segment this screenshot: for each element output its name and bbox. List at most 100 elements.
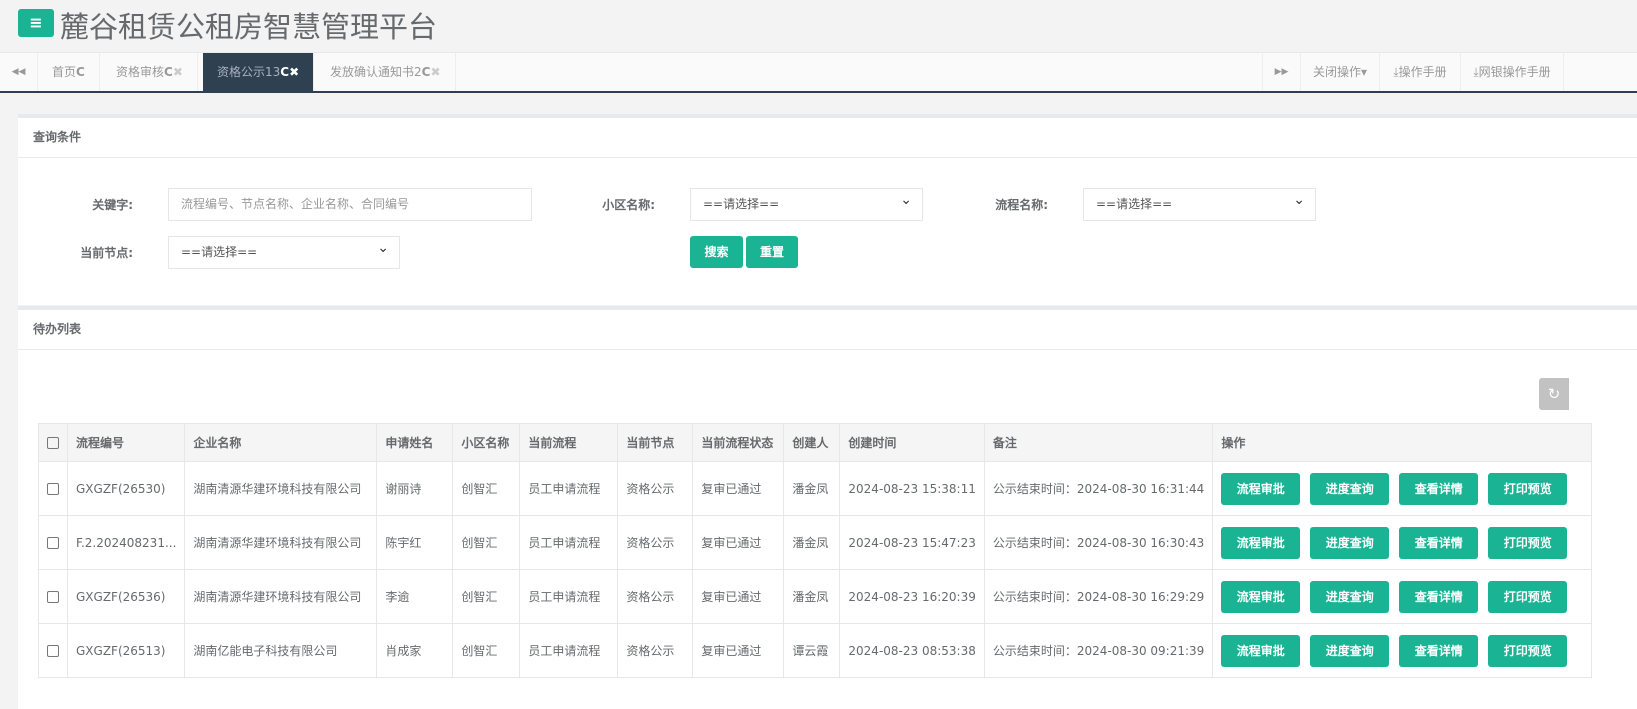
print-preview-button[interactable]: 打印预览 <box>1488 580 1568 613</box>
table-cell: 资格公示 <box>617 623 694 678</box>
table-cell: 复审已通过 <box>692 623 785 678</box>
table-header-row: 流程编号 企业名称 申请姓名 小区名称 当前流程 当前节点 当前流程状态 创建人 创建时间 备注操… <box>38 423 1593 462</box>
close-icon[interactable]: ✖ <box>289 65 299 79</box>
table-cell: 肖成家 <box>376 623 454 678</box>
app-title: 麓谷租赁公租房智慧管理平台 <box>60 10 438 44</box>
table-cell: 员工申请流程 <box>519 515 619 570</box>
table-cell: 陈宇红 <box>376 515 454 570</box>
approve-button[interactable]: 流程审批 <box>1221 472 1301 505</box>
progress-button[interactable]: 进度查询 <box>1310 580 1390 613</box>
column-header: 流程编号 <box>66 423 186 462</box>
table-cell: 创智汇 <box>452 623 521 678</box>
print-preview-button[interactable]: 打印预览 <box>1488 634 1568 667</box>
table-cell: 2024-08-23 08:53:38 <box>839 623 985 678</box>
table-cell: 潘金凤 <box>783 461 841 516</box>
table-cell: 潘金凤 <box>783 515 841 570</box>
table-cell: 湖南清源华建环境科技有限公司 <box>184 461 378 516</box>
tab-issue-confirmation[interactable]: 发放确认通知书2C✖ <box>316 53 456 91</box>
refresh-icon[interactable]: C <box>280 65 289 79</box>
details-button[interactable]: 查看详情 <box>1399 634 1479 667</box>
refresh-button[interactable]: ↻ <box>1539 378 1569 410</box>
tab-label: 资格审核 <box>116 65 165 79</box>
column-header: 当前节点 <box>617 423 694 462</box>
details-button[interactable]: 查看详情 <box>1399 580 1479 613</box>
manual-button[interactable]: ⤓操作手册 <box>1379 53 1460 91</box>
column-header: 创建人 <box>783 423 841 462</box>
column-header: 操作 <box>1212 423 1593 462</box>
table-cell: 资格公示 <box>617 569 694 624</box>
tab-bar: ◀◀ 首页C 资格审核C✖ 资格公示13C✖ 发放确认通知书2C✖ ▶▶ 关闭操… <box>0 53 1637 93</box>
table-cell: 创智汇 <box>452 515 521 570</box>
column-header: 小区名称 <box>452 423 521 462</box>
table-cell: 谢丽诗 <box>376 461 454 516</box>
column-header: 当前流程 <box>519 423 619 462</box>
table-cell: GXGZF(26513) <box>66 623 186 678</box>
table-cell: F.2.202408231... <box>66 515 186 570</box>
keyword-input[interactable]: 流程编号、节点名称、企业名称、合同编号 <box>168 188 532 221</box>
table-cell: 创智汇 <box>452 569 521 624</box>
community-label: 小区名称: <box>602 198 655 212</box>
table-row: GXGZF(26536) 湖南清源华建环境科技有限公司 李逾 创智汇 员工申请流程 资格公… <box>38 569 1593 624</box>
table-row: GXGZF(26513) 湖南亿能电子科技有限公司 肖成家 创智汇 员工申请流程 资格公示… <box>38 623 1593 678</box>
print-preview-button[interactable]: 打印预览 <box>1488 526 1568 559</box>
table-cell: 湖南亿能电子科技有限公司 <box>184 623 378 678</box>
column-header: 创建时间 <box>839 423 985 462</box>
tabs-next-button[interactable]: ▶▶ <box>1262 53 1300 91</box>
progress-button[interactable]: 进度查询 <box>1310 634 1390 667</box>
node-select[interactable]: ==请选择== <box>168 233 400 269</box>
search-button[interactable]: 搜索 <box>690 236 743 268</box>
close-operations-dropdown[interactable]: 关闭操作▾ <box>1300 53 1379 91</box>
table-cell: 湖南清源华建环境科技有限公司 <box>184 515 378 570</box>
close-icon[interactable]: ✖ <box>173 65 183 79</box>
progress-button[interactable]: 进度查询 <box>1310 526 1390 559</box>
node-label: 当前节点: <box>80 246 133 260</box>
manual-label: 操作手册 <box>1398 65 1447 79</box>
tabs-prev-button[interactable]: ◀◀ <box>0 53 38 91</box>
table-cell: 2024-08-23 15:38:11 <box>839 461 985 516</box>
menu-toggle-button[interactable]: ≡ <box>18 9 54 37</box>
tab-label: 首页 <box>52 65 77 79</box>
row-checkbox[interactable] <box>38 461 68 516</box>
row-checkbox[interactable] <box>38 569 68 624</box>
column-header: 申请姓名 <box>376 423 454 462</box>
tab-qualification-review[interactable]: 资格审核C✖ <box>102 53 198 91</box>
table-cell: 员工申请流程 <box>519 461 619 516</box>
tab-label: 发放确认通知书2 <box>330 65 422 79</box>
table-cell: GXGZF(26536) <box>66 569 186 624</box>
details-button[interactable]: 查看详情 <box>1399 472 1479 505</box>
table-cell: 复审已通过 <box>692 461 785 516</box>
reset-button[interactable]: 重置 <box>746 236 798 268</box>
table-cell: 公示结束时间：2024-08-30 16:31:44 <box>983 461 1214 516</box>
column-header: 当前流程状态 <box>692 423 785 462</box>
flow-label: 流程名称: <box>995 198 1048 212</box>
approve-button[interactable]: 流程审批 <box>1221 634 1301 667</box>
bank-manual-label: 网银操作手册 <box>1478 65 1551 79</box>
table-cell: 湖南清源华建环境科技有限公司 <box>184 569 378 624</box>
row-checkbox[interactable] <box>38 515 68 570</box>
close-icon[interactable]: ✖ <box>430 65 440 79</box>
bank-manual-button[interactable]: ⤓网银操作手册 <box>1460 53 1564 91</box>
keyword-label: 关键字: <box>92 198 133 212</box>
table-cell: 公示结束时间：2024-08-30 09:21:39 <box>983 623 1214 678</box>
tab-qualification-publicity[interactable]: 资格公示13C✖ <box>203 53 315 91</box>
approve-button[interactable]: 流程审批 <box>1221 526 1301 559</box>
table-cell: 李逾 <box>376 569 454 624</box>
community-select[interactable]: ==请选择== <box>690 185 923 221</box>
print-preview-button[interactable]: 打印预览 <box>1488 472 1568 505</box>
select-all-checkbox[interactable] <box>38 423 68 462</box>
refresh-icon[interactable]: C <box>76 65 85 79</box>
flow-select[interactable]: ==请选择== <box>1083 185 1316 221</box>
table-cell: 员工申请流程 <box>519 623 619 678</box>
table-cell: 公示结束时间：2024-08-30 16:29:29 <box>983 569 1214 624</box>
actions-cell: 流程审批 进度查询 查看详情 打印预览 <box>1212 515 1593 570</box>
approve-button[interactable]: 流程审批 <box>1221 580 1301 613</box>
row-checkbox[interactable] <box>38 623 68 678</box>
table-cell: 公示结束时间：2024-08-30 16:30:43 <box>983 515 1214 570</box>
hamburger-icon: ≡ <box>29 13 43 32</box>
table-cell: 复审已通过 <box>692 569 785 624</box>
table-cell: GXGZF(26530) <box>66 461 186 516</box>
details-button[interactable]: 查看详情 <box>1399 526 1479 559</box>
refresh-icon[interactable]: C <box>164 65 173 79</box>
progress-button[interactable]: 进度查询 <box>1310 472 1390 505</box>
tab-home[interactable]: 首页C <box>38 53 100 91</box>
